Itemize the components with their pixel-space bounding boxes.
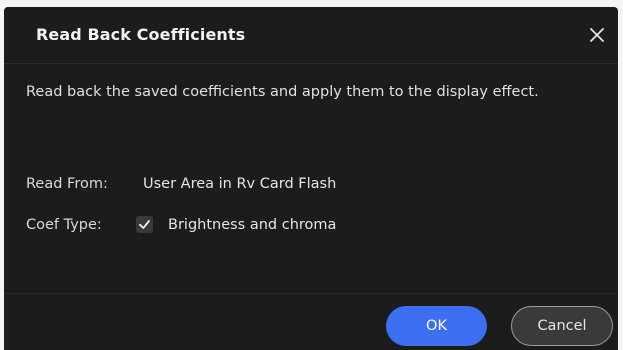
- read-from-value: User Area in Rv Card Flash: [143, 176, 337, 192]
- cancel-button[interactable]: Cancel: [511, 306, 613, 346]
- dialog-description: Read back the saved coefficients and app…: [26, 84, 539, 100]
- read-back-coefficients-dialog: Read Back Coefficients Read back the sav…: [4, 7, 618, 350]
- brightness-chroma-checkbox[interactable]: [136, 216, 153, 233]
- close-icon: [590, 28, 604, 42]
- dialog-title-bar: Read Back Coefficients: [4, 7, 618, 64]
- coef-type-option-label[interactable]: Brightness and chroma: [168, 217, 336, 233]
- checkmark-icon: [139, 220, 150, 229]
- coef-type-label: Coef Type:: [26, 217, 102, 233]
- ok-button[interactable]: OK: [386, 306, 487, 346]
- read-from-label: Read From:: [26, 176, 108, 192]
- dialog-title: Read Back Coefficients: [36, 25, 246, 44]
- footer-divider: [4, 293, 618, 294]
- close-button[interactable]: [586, 24, 608, 46]
